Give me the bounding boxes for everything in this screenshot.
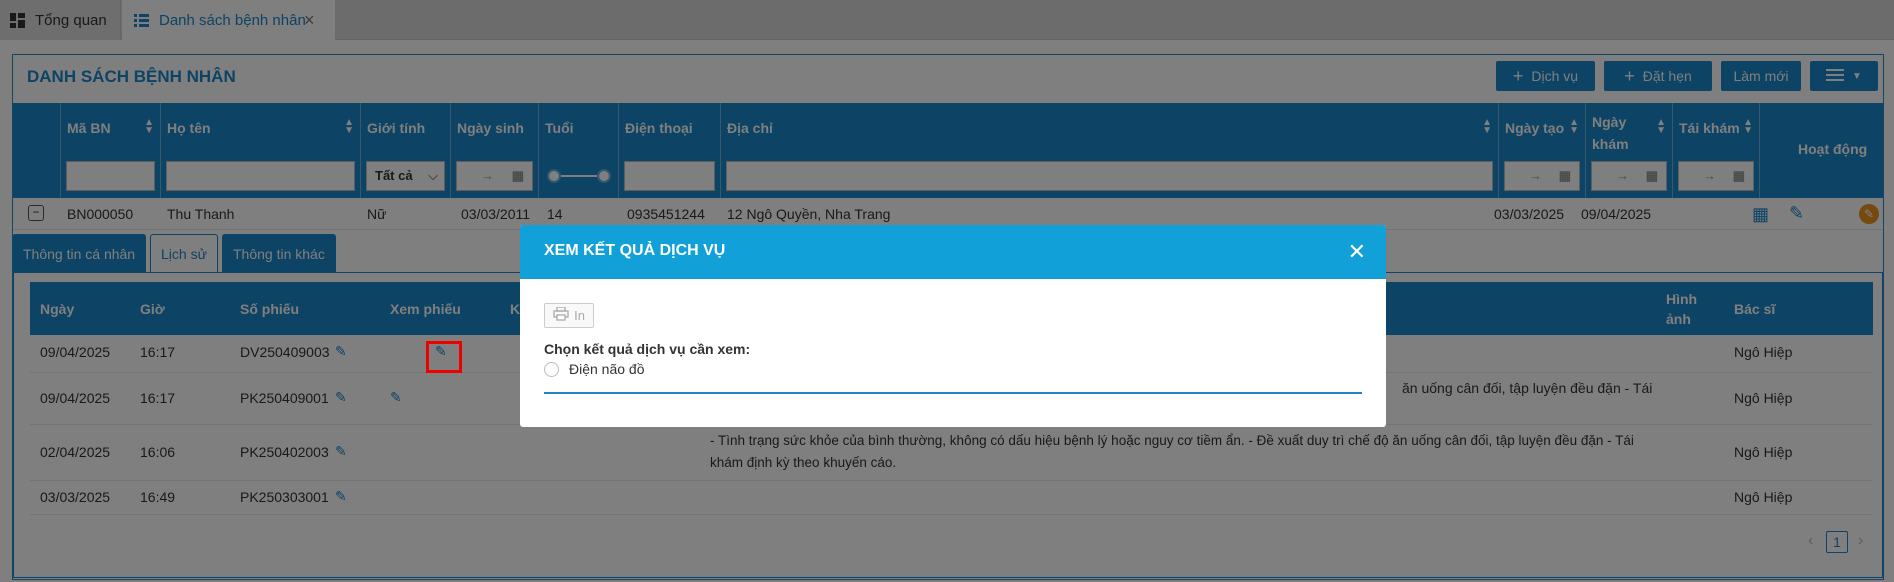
- radio-button[interactable]: [544, 361, 559, 377]
- close-icon[interactable]: ✕: [1348, 239, 1366, 265]
- service-option-label: Điện não đồ: [569, 361, 645, 377]
- divider: [544, 392, 1362, 394]
- dialog-header: XEM KẾT QUẢ DỊCH VỤ ✕: [520, 225, 1386, 279]
- dialog-title: XEM KẾT QUẢ DỊCH VỤ: [544, 242, 726, 259]
- highlight-box: [426, 341, 462, 373]
- printer-icon: [553, 306, 569, 324]
- service-result-dialog: XEM KẾT QUẢ DỊCH VỤ ✕ In Chọn kết quả dị…: [520, 225, 1386, 427]
- service-option[interactable]: Điện não đồ: [544, 361, 645, 377]
- print-button[interactable]: In: [544, 303, 594, 328]
- dialog-prompt: Chọn kết quả dịch vụ cần xem:: [544, 341, 751, 357]
